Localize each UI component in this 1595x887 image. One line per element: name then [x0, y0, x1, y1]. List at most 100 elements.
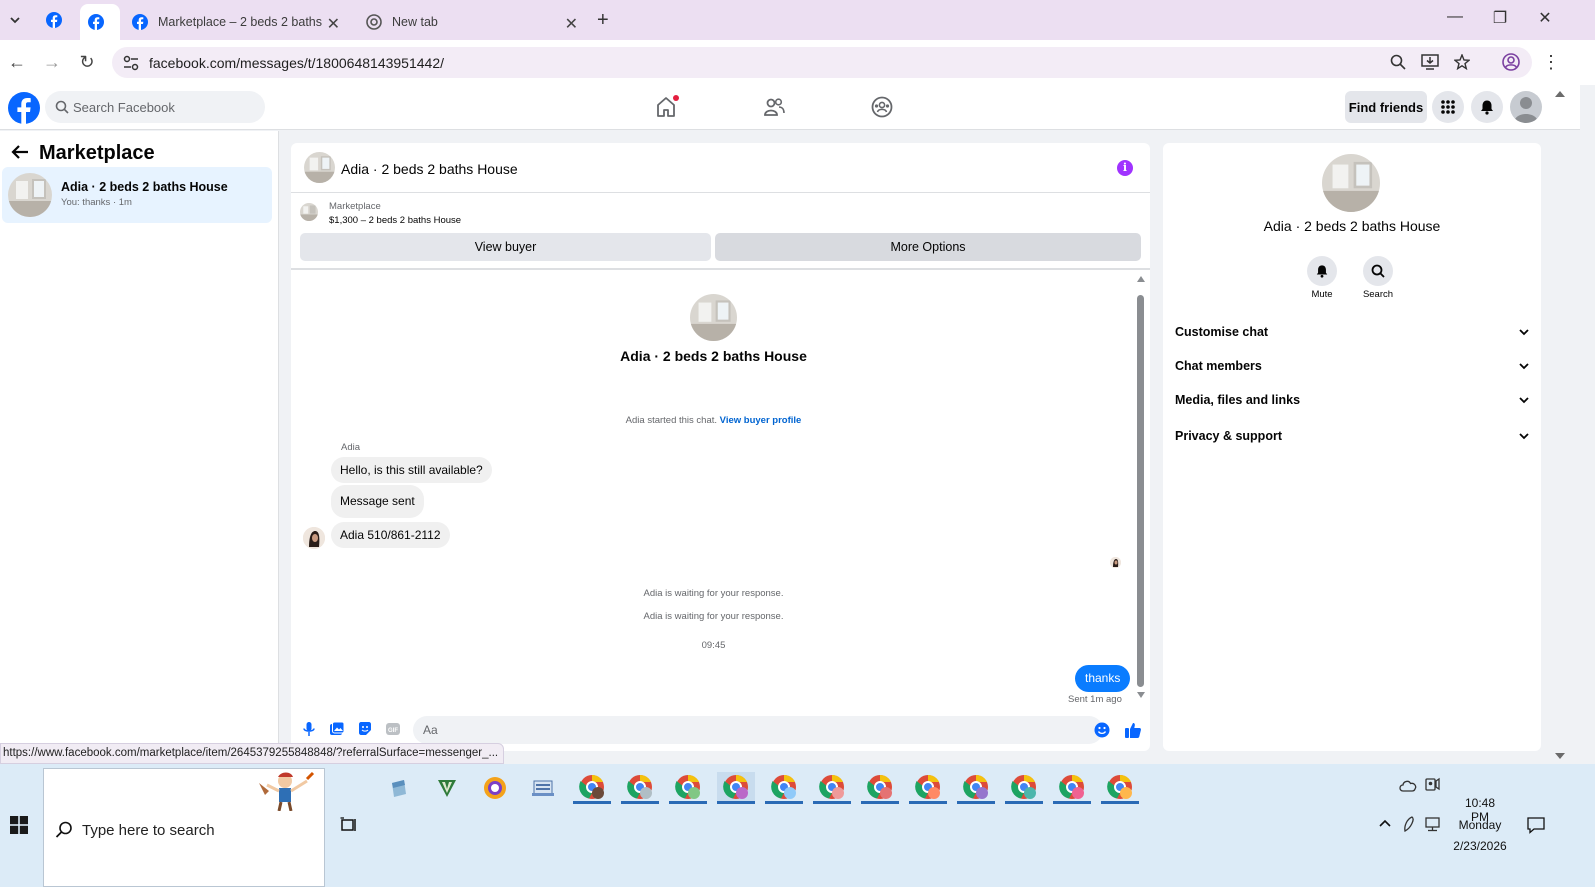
page-scroll-up-arrow[interactable]	[1555, 91, 1565, 97]
taskbar-chrome-profile-3[interactable]	[669, 772, 707, 804]
pinned-tab-facebook[interactable]	[42, 8, 66, 32]
section-media-files-links[interactable]: Media, files and links	[1175, 388, 1530, 414]
message-timestamp: 09:45	[701, 640, 726, 651]
chat-scroll-down-arrow[interactable]	[1137, 692, 1145, 698]
zoom-icon[interactable]	[1390, 54, 1406, 70]
taskbar-chrome-profile-4[interactable]	[717, 772, 755, 804]
incoming-message[interactable]: Hello, is this still available?	[331, 457, 492, 483]
chat-scroll-up-arrow[interactable]	[1137, 276, 1145, 282]
menu-grid-icon[interactable]	[1432, 91, 1464, 123]
sender-avatar[interactable]	[303, 527, 325, 549]
incoming-message[interactable]: Message sent	[331, 485, 424, 518]
taskbar-chrome-profile-7[interactable]	[861, 772, 899, 804]
taskbar-chrome-profile-10[interactable]	[1005, 772, 1043, 804]
gif-icon[interactable]: GIF	[385, 721, 401, 737]
taskbar-chrome-profile-5[interactable]	[765, 772, 803, 804]
install-app-icon[interactable]	[1421, 54, 1439, 70]
details-avatar[interactable]	[1322, 154, 1380, 212]
svg-text:GIF: GIF	[388, 728, 398, 734]
chat-profile-avatar[interactable]	[690, 294, 737, 341]
close-window-icon[interactable]: ✕	[1535, 8, 1555, 28]
forward-icon[interactable]: →	[42, 52, 62, 72]
outgoing-message[interactable]: thanks	[1075, 665, 1131, 692]
network-icon[interactable]	[1424, 816, 1442, 832]
address-bar[interactable]: facebook.com/messages/t/1800648143951442…	[112, 47, 1532, 78]
taskbar-chrome-profile-6[interactable]	[813, 772, 851, 804]
restore-icon[interactable]: ❐	[1490, 8, 1510, 28]
close-tab-icon[interactable]: ✕	[327, 14, 340, 34]
reload-icon[interactable]: ↻	[77, 52, 97, 72]
notifications-bell-icon[interactable]	[1471, 91, 1503, 123]
photo-icon[interactable]	[329, 721, 345, 737]
back-arrow-icon[interactable]	[11, 144, 29, 160]
page-scroll-down-arrow[interactable]	[1555, 753, 1565, 759]
minimize-icon[interactable]: —	[1445, 8, 1465, 26]
taskbar-app-vim-icon[interactable]	[428, 772, 466, 804]
message-input[interactable]	[413, 716, 1103, 744]
close-tab-icon[interactable]: ✕	[565, 14, 578, 34]
tab-new-tab[interactable]: New tab ✕	[358, 4, 590, 40]
bookmark-star-icon[interactable]	[1454, 54, 1470, 70]
new-tab-plus-icon[interactable]: +	[597, 9, 609, 32]
marketplace-label: Marketplace	[329, 201, 381, 212]
pinned-tab-facebook-active[interactable]	[80, 4, 120, 40]
chat-details-panel: Adia · 2 beds 2 baths House Mute Search …	[1163, 143, 1541, 751]
task-view-icon[interactable]	[340, 817, 358, 833]
started-text: Adia started this chat.	[625, 415, 718, 426]
taskbar-chrome-profile-1[interactable]	[573, 772, 611, 804]
pen-tray-icon[interactable]	[1402, 816, 1416, 832]
mute-button[interactable]	[1307, 256, 1337, 286]
incoming-message[interactable]: Adia 510/861-2112	[331, 522, 450, 548]
listing-title[interactable]: $1,300 – 2 beds 2 baths House	[329, 215, 461, 226]
windows-start-icon[interactable]	[10, 816, 28, 834]
taskbar-chrome-profile-12[interactable]	[1101, 772, 1139, 804]
site-info-icon[interactable]	[122, 54, 140, 72]
search-in-chat-button[interactable]	[1363, 256, 1393, 286]
tab-marketplace[interactable]: Marketplace – 2 beds 2 baths House ✕	[124, 4, 352, 40]
groups-icon[interactable]	[871, 96, 893, 118]
profile-icon[interactable]	[1502, 53, 1520, 71]
chat-scrollbar-thumb[interactable]	[1137, 295, 1144, 687]
chat-title[interactable]: Adia · 2 beds 2 baths House	[341, 161, 518, 177]
facebook-logo-icon[interactable]	[8, 92, 40, 124]
find-friends-button[interactable]: Find friends	[1345, 91, 1427, 123]
facebook-search[interactable]: Search Facebook	[45, 91, 265, 123]
taskbar-search[interactable]: Type here to search	[43, 768, 325, 887]
info-icon[interactable]: i	[1117, 160, 1133, 176]
notification-center-icon[interactable]	[1527, 816, 1545, 834]
taskbar-app-scanner-icon[interactable]	[524, 772, 562, 804]
clock-date[interactable]: 2/23/2026	[1450, 839, 1510, 853]
back-icon[interactable]: ←	[7, 52, 27, 72]
taskbar-chrome-profile-11[interactable]	[1053, 772, 1091, 804]
search-label: Search	[1362, 289, 1394, 300]
section-label: Privacy & support	[1175, 429, 1282, 443]
sticker-icon[interactable]	[357, 721, 373, 737]
taskbar-chrome-profile-2[interactable]	[621, 772, 659, 804]
conversation-name: Adia · 2 beds 2 baths House	[61, 180, 228, 194]
view-buyer-profile-link[interactable]: View buyer profile	[720, 415, 802, 426]
chat-panel: Adia · 2 beds 2 baths House i Marketplac…	[291, 143, 1150, 751]
section-privacy-support[interactable]: Privacy & support	[1175, 424, 1530, 450]
section-chat-members[interactable]: Chat members	[1175, 354, 1530, 380]
show-hidden-icons-chevron-icon[interactable]	[1378, 818, 1392, 828]
microphone-icon[interactable]	[301, 721, 317, 737]
taskbar-app-notepad-icon[interactable]	[380, 772, 418, 804]
taskbar-chrome-profile-9[interactable]	[957, 772, 995, 804]
taskbar-app-browser-icon[interactable]	[476, 772, 514, 804]
tab-search-chevron-icon[interactable]	[5, 10, 25, 30]
listing-thumbnail[interactable]	[300, 203, 318, 221]
section-customise-chat[interactable]: Customise chat	[1175, 320, 1530, 346]
taskbar-chrome-profile-8[interactable]	[909, 772, 947, 804]
view-buyer-button[interactable]: View buyer	[300, 233, 711, 261]
friends-icon[interactable]	[763, 96, 785, 118]
more-options-button[interactable]: More Options	[715, 233, 1141, 261]
thumbs-up-icon[interactable]	[1124, 721, 1142, 739]
meet-now-icon[interactable]	[1424, 776, 1440, 792]
account-avatar[interactable]	[1510, 91, 1542, 123]
emoji-icon[interactable]	[1094, 722, 1110, 738]
clock-day[interactable]: Monday	[1455, 818, 1505, 832]
browser-menu-icon[interactable]: ⋮	[1542, 52, 1560, 73]
onedrive-cloud-icon[interactable]	[1398, 778, 1418, 792]
chat-avatar[interactable]	[304, 152, 335, 183]
conversation-item[interactable]: Adia · 2 beds 2 baths House You: thanks …	[2, 167, 272, 223]
